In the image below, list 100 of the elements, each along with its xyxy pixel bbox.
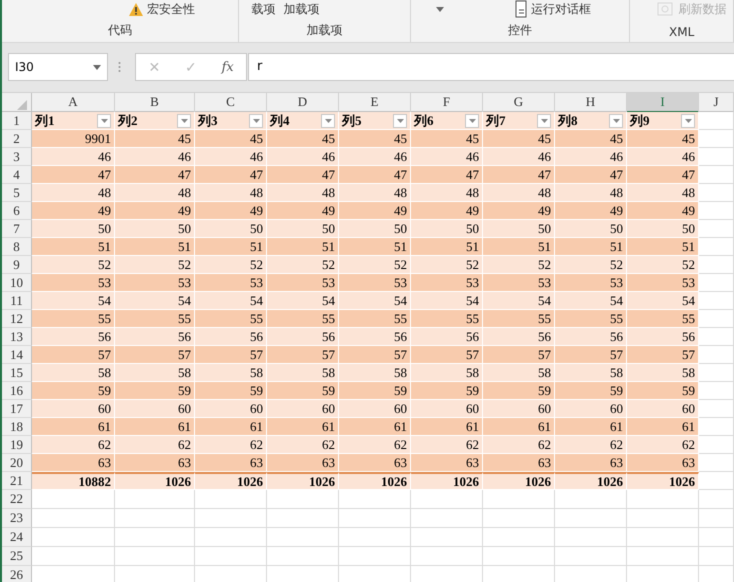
table-cell: 48 — [115, 184, 195, 202]
table-cell: 60 — [555, 400, 627, 418]
table-cell: 62 — [339, 436, 411, 454]
row-header[interactable]: 4 — [2, 166, 32, 184]
total-cell: 1026 — [483, 472, 555, 490]
group-label: 代码 — [107, 22, 134, 39]
filter-button[interactable] — [681, 114, 695, 128]
row-header[interactable]: 21 — [2, 472, 32, 490]
table-cell: 56 — [115, 328, 195, 346]
table-cell: 52 — [339, 256, 411, 274]
ribbon-button[interactable]: 运行对话框 — [514, 0, 591, 18]
table-cell: 48 — [339, 184, 411, 202]
row-header[interactable]: 23 — [2, 509, 32, 528]
table-cell: 46 — [267, 148, 339, 166]
row-header[interactable]: 7 — [2, 220, 32, 238]
table-cell: 63 — [483, 454, 555, 472]
table-cell: 57 — [195, 346, 267, 364]
formula-field[interactable]: r — [248, 53, 734, 81]
table-cell: 63 — [267, 454, 339, 472]
row-header[interactable]: 14 — [2, 346, 32, 364]
table-cell: 54 — [267, 292, 339, 310]
table-cell: 59 — [483, 382, 555, 400]
table-cell: 53 — [555, 274, 627, 292]
warning-icon — [128, 2, 144, 16]
table-cell: 59 — [32, 382, 115, 400]
name-box[interactable]: I30 — [8, 53, 108, 81]
table-cell: 51 — [195, 238, 267, 256]
table-cell: 60 — [32, 400, 115, 418]
filter-button[interactable] — [393, 114, 407, 128]
table-cell: 62 — [555, 436, 627, 454]
table-cell: 61 — [32, 418, 115, 436]
filter-button[interactable] — [609, 114, 623, 128]
row-header[interactable]: 5 — [2, 184, 32, 202]
row-header[interactable]: 12 — [2, 310, 32, 328]
ribbon-button[interactable]: 加载项 — [283, 0, 320, 18]
table-cell: 58 — [32, 364, 115, 382]
table-cell: 51 — [339, 238, 411, 256]
table-cell: 54 — [32, 292, 115, 310]
filter-button[interactable] — [177, 114, 191, 128]
table-cell: 56 — [267, 328, 339, 346]
row-header[interactable]: 19 — [2, 436, 32, 454]
row-header[interactable]: 16 — [2, 382, 32, 400]
row-header[interactable]: 15 — [2, 364, 32, 382]
table-cell: 45 — [627, 130, 699, 148]
row-header[interactable]: 3 — [2, 148, 32, 166]
row-header[interactable]: 24 — [2, 528, 32, 547]
table-cell: 48 — [411, 184, 483, 202]
total-cell: 1026 — [411, 472, 483, 490]
table-cell: 51 — [267, 238, 339, 256]
row-header[interactable]: 2 — [2, 130, 32, 148]
table-cell: 9901 — [32, 130, 115, 148]
table-cell: 49 — [411, 202, 483, 220]
filter-button[interactable] — [97, 114, 111, 128]
filter-button[interactable] — [249, 114, 263, 128]
caret-icon — [612, 118, 620, 122]
table-cell: 55 — [115, 310, 195, 328]
filter-button[interactable] — [465, 114, 479, 128]
table-cell: 56 — [555, 328, 627, 346]
ribbon-button[interactable]: 载项 — [251, 0, 276, 18]
table-cell: 56 — [411, 328, 483, 346]
table-cell: 55 — [195, 310, 267, 328]
table-cell: 49 — [115, 202, 195, 220]
table-cell: 52 — [115, 256, 195, 274]
table-cell: 48 — [267, 184, 339, 202]
row-header[interactable]: 18 — [2, 418, 32, 436]
group-label: 加载项 — [306, 22, 344, 39]
table-cell: 60 — [339, 400, 411, 418]
row-header[interactable]: 22 — [2, 490, 32, 509]
table-cell: 52 — [411, 256, 483, 274]
table-cell: 55 — [32, 310, 115, 328]
column-header[interactable]: I — [627, 93, 699, 113]
caret-icon — [180, 118, 188, 122]
table-header: 列9 — [630, 112, 650, 129]
row-header[interactable]: 25 — [2, 547, 32, 566]
table-cell: 52 — [195, 256, 267, 274]
ribbon-button[interactable]: 宏安全性 — [128, 0, 195, 18]
row-header[interactable]: 17 — [2, 400, 32, 418]
row-header[interactable]: 8 — [2, 238, 32, 256]
row-header[interactable]: 9 — [2, 256, 32, 274]
row-header[interactable]: 13 — [2, 328, 32, 346]
row-header[interactable]: 6 — [2, 202, 32, 220]
table-cell: 56 — [339, 328, 411, 346]
table-header: 列2 — [118, 112, 138, 129]
table-cell: 46 — [32, 148, 115, 166]
table-cell: 49 — [267, 202, 339, 220]
row-header[interactable]: 11 — [2, 292, 32, 310]
row-header[interactable]: 10 — [2, 274, 32, 292]
dropdown-button[interactable] — [436, 6, 444, 12]
row-header[interactable]: 20 — [2, 454, 32, 472]
table-cell: 59 — [115, 382, 195, 400]
table-cell: 63 — [339, 454, 411, 472]
function-button[interactable]: fx — [209, 54, 246, 80]
table-cell: 57 — [483, 346, 555, 364]
filter-button[interactable] — [321, 114, 335, 128]
table-cell: 53 — [195, 274, 267, 292]
caret-icon — [468, 118, 476, 122]
filter-button[interactable] — [537, 114, 551, 128]
row-header[interactable]: 1 — [2, 112, 32, 130]
row-header[interactable]: 26 — [2, 566, 32, 582]
table-cell: 47 — [339, 166, 411, 184]
